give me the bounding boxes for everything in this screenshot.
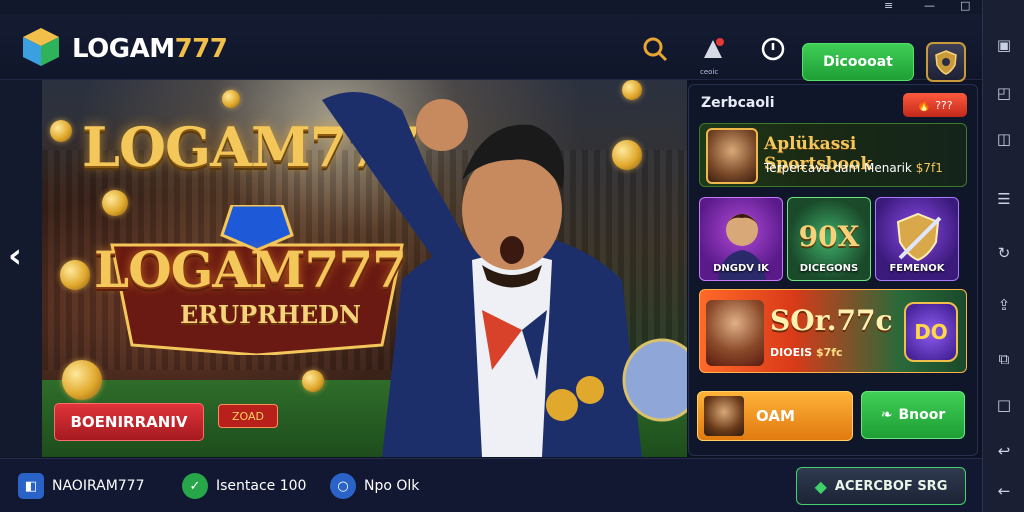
logo-cube-icon[interactable] (20, 26, 62, 68)
list-icon[interactable]: ☰ (995, 190, 1013, 208)
jackpot-subtitle: DIOEIS $7fc (770, 346, 843, 359)
share-icon[interactable]: ⇪ (995, 296, 1013, 314)
green-action-button[interactable]: ❧ Bnoor (861, 391, 965, 439)
notification-sub-label: ceoic (700, 68, 719, 76)
jackpot-amount: SOr.77c (770, 304, 893, 337)
fire-icon: 🔥 (917, 98, 932, 112)
layers-icon[interactable]: ◫ (995, 130, 1013, 148)
bottom-cta-button[interactable]: ◆ ACERCBOF SRG (796, 467, 966, 505)
gold-coin-icon (60, 260, 90, 290)
rotate-icon[interactable]: ↻ (995, 244, 1013, 262)
chat-icon: ○ (330, 473, 356, 499)
promo-panel: Zerbcaoli 🔥??? Aplükassi Sportsbook Terp… (688, 84, 978, 456)
shield-badge-icon (935, 50, 957, 75)
player-avatar (704, 396, 744, 436)
gold-coin-icon (302, 370, 324, 392)
gold-coin-icon (50, 120, 72, 142)
panel-title: Zerbcaoli (701, 95, 775, 111)
menu-icon[interactable]: ≡ (884, 0, 893, 12)
app-window: ≡ — □ ✕ LOGAM777 ceoic Dicoooat ‹ (0, 0, 1024, 512)
brand-logo-text[interactable]: LOGAM777 (72, 34, 228, 64)
football-player-figure (322, 92, 687, 457)
maximize-icon[interactable]: □ (960, 0, 970, 12)
bottom-item-support[interactable]: ○ Npo Olk (330, 473, 419, 499)
square-icon[interactable]: □ (995, 396, 1013, 414)
notification-icon[interactable] (698, 34, 728, 64)
arrow-back-icon[interactable]: ← (995, 482, 1013, 500)
app-icon: ◧ (18, 473, 44, 499)
bottom-item-license[interactable]: ✓ Isentace 100 (182, 473, 306, 499)
minimize-icon[interactable]: — (924, 0, 935, 12)
sportsbook-promo-card[interactable]: Aplükassi Sportsbook Terpercava dam Mena… (699, 123, 967, 187)
hero-banner[interactable]: LOGAM777 LOGAM777 ERUPRHEDN BOENIRRANIV … (42, 80, 687, 457)
window-titlebar: ≡ — □ ✕ (0, 0, 1024, 14)
search-icon[interactable] (640, 34, 670, 64)
gold-coin-icon (62, 360, 102, 400)
bottom-item-home[interactable]: ◧ NAOIRAM777 (18, 473, 145, 499)
window-icon[interactable]: ▣ (995, 36, 1013, 54)
player-avatar (706, 300, 764, 366)
top-header: LOGAM777 ceoic Dicoooat (0, 14, 982, 82)
deposit-button[interactable]: Dicoooat (802, 43, 914, 81)
gold-coin-icon (222, 90, 240, 108)
check-badge-icon: ✓ (182, 473, 208, 499)
clock-icon[interactable] (758, 34, 788, 64)
back-icon[interactable]: ↩ (995, 442, 1013, 460)
system-sidebar: ▣ ◰ ◫ ☰ ↻ ⇪ ⧉ □ ↩ ← (982, 0, 1024, 512)
hero-tag-badge[interactable]: ZOAD (218, 404, 278, 428)
screen-icon[interactable]: ◰ (995, 84, 1013, 102)
player-avatar (706, 128, 758, 184)
game-tile-3[interactable]: FEMENOK (875, 197, 959, 281)
bottom-bar: ◧ NAOIRAM777 ✓ Isentace 100 ○ Npo Olk ◆ … (0, 458, 982, 512)
orange-play-button[interactable]: OAM (697, 391, 853, 441)
jackpot-promo-card[interactable]: SOr.77c DIOEIS $7fc DO (699, 289, 967, 373)
copy-icon[interactable]: ⧉ (995, 350, 1013, 368)
game-tile-1[interactable]: DNGDV IK (699, 197, 783, 281)
carousel-prev-arrow-icon[interactable]: ‹ (8, 236, 36, 276)
leaf-icon: ❧ (880, 407, 893, 423)
promo-subtitle: Terpercava dam Menarik $7f1 (764, 161, 943, 175)
gem-icon: ◆ (814, 476, 827, 496)
shield-logo-icon: DO (904, 302, 958, 362)
panel-pill-button[interactable]: 🔥??? (903, 93, 967, 117)
game-tile-2[interactable]: 90X DICEGONS (787, 197, 871, 281)
hero-cta-button[interactable]: BOENIRRANIV (54, 403, 204, 441)
profile-avatar[interactable] (926, 42, 966, 82)
